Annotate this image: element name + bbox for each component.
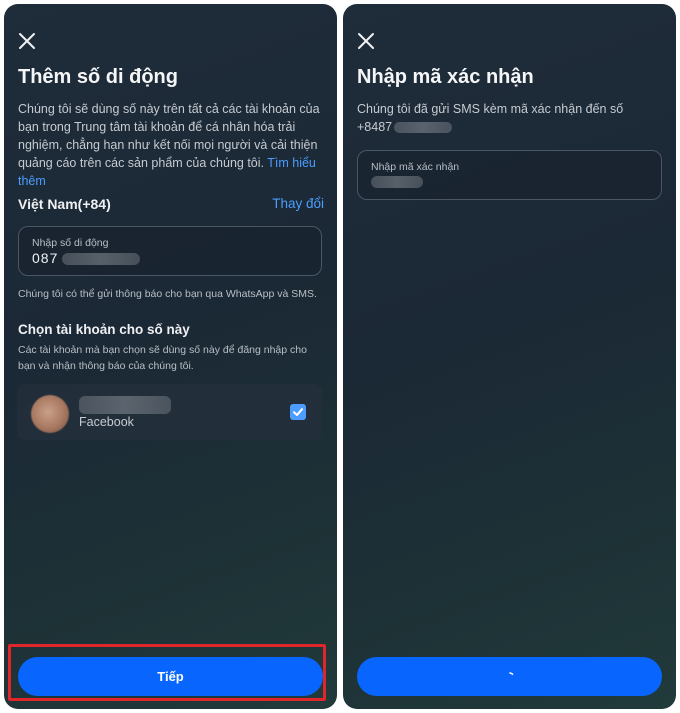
choose-account-title: Chọn tài khoản cho số này bbox=[18, 322, 190, 337]
redacted-account-name bbox=[79, 396, 171, 414]
description: Chúng tôi sẽ dùng số này trên tất cả các… bbox=[18, 100, 324, 190]
notice-text: Chúng tôi có thể gửi thông báo cho bạn q… bbox=[18, 288, 317, 300]
verify-code-panel: Nhập mã xác nhận Chúng tôi đã gửi SMS kè… bbox=[343, 4, 676, 709]
redacted-phone bbox=[394, 122, 453, 134]
next-button[interactable]: Tiếp bbox=[18, 657, 323, 696]
code-input[interactable]: Nhập mã xác nhận bbox=[357, 150, 662, 200]
country-code: Việt Nam(+84) bbox=[18, 196, 111, 212]
code-input-label: Nhập mã xác nhận bbox=[371, 161, 460, 173]
redacted-phone bbox=[62, 253, 141, 266]
country-row: Việt Nam(+84) Thay đổi bbox=[18, 196, 324, 216]
change-country-link[interactable]: Thay đổi bbox=[272, 196, 324, 211]
account-platform: Facebook bbox=[79, 415, 134, 429]
description: Chúng tôi đã gửi SMS kèm mã xác nhận đến… bbox=[357, 100, 663, 136]
phone-number: +8487 bbox=[357, 118, 663, 136]
redacted-code bbox=[371, 176, 423, 188]
page-title: Nhập mã xác nhận bbox=[357, 66, 534, 88]
choose-account-desc: Các tài khoản mà bạn chọn sẽ dùng số này… bbox=[18, 344, 307, 372]
account-checkbox[interactable] bbox=[290, 404, 306, 420]
close-icon[interactable] bbox=[16, 30, 38, 52]
account-row-facebook[interactable]: Facebook bbox=[17, 384, 322, 440]
avatar bbox=[31, 395, 69, 433]
phone-prefix: +8487 bbox=[357, 120, 393, 134]
page-title: Thêm số di động bbox=[18, 66, 178, 88]
phone-input[interactable]: Nhập số di động 087 bbox=[18, 226, 322, 276]
next-button-loading[interactable] bbox=[357, 657, 662, 696]
loading-spinner-icon bbox=[508, 671, 513, 675]
description-text: Chúng tôi đã gửi SMS kèm mã xác nhận đến… bbox=[357, 102, 624, 116]
close-icon[interactable] bbox=[355, 30, 377, 52]
phone-input-value: 087 bbox=[32, 250, 141, 266]
phone-value-prefix: 087 bbox=[32, 250, 59, 266]
phone-input-label: Nhập số di động bbox=[32, 237, 109, 249]
add-phone-panel: Thêm số di động Chúng tôi sẽ dùng số này… bbox=[4, 4, 337, 709]
